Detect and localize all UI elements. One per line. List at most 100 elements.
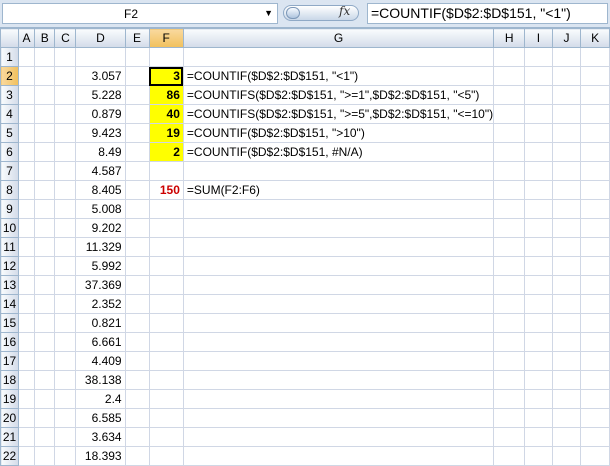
cell-c14[interactable]: [54, 294, 77, 314]
column-header-h[interactable]: H: [493, 28, 526, 48]
cell-d15[interactable]: 0.821: [75, 313, 126, 333]
cell-e15[interactable]: [124, 313, 150, 333]
cell-e6[interactable]: [124, 142, 150, 162]
cell-d9[interactable]: 5.008: [75, 199, 126, 219]
cell-h18[interactable]: [493, 370, 526, 390]
cell-c11[interactable]: [54, 237, 77, 257]
cell-a4[interactable]: [18, 104, 35, 124]
row-header[interactable]: 20: [0, 408, 20, 428]
cell-c22[interactable]: [54, 446, 77, 466]
cell-g1[interactable]: [182, 47, 495, 67]
cell-e19[interactable]: [124, 389, 150, 409]
cell-b19[interactable]: [33, 389, 56, 409]
cell-g15[interactable]: [182, 313, 495, 333]
cell-j5[interactable]: [551, 123, 582, 143]
cell-i14[interactable]: [524, 294, 553, 314]
cell-f20[interactable]: [148, 408, 184, 428]
cell-c9[interactable]: [54, 199, 77, 219]
cell-i19[interactable]: [524, 389, 553, 409]
cell-c3[interactable]: [54, 85, 77, 105]
cell-a8[interactable]: [18, 180, 35, 200]
cell-a5[interactable]: [18, 123, 35, 143]
cell-c2[interactable]: [54, 66, 77, 86]
cell-f17[interactable]: [148, 351, 184, 371]
cell-d1[interactable]: [75, 47, 126, 67]
chevron-down-icon[interactable]: ▼: [264, 8, 273, 18]
cell-h8[interactable]: [493, 180, 526, 200]
row-header[interactable]: 6: [0, 142, 20, 162]
cell-b11[interactable]: [33, 237, 56, 257]
column-header-g[interactable]: G: [182, 28, 495, 48]
cell-a7[interactable]: [18, 161, 35, 181]
cell-j17[interactable]: [551, 351, 582, 371]
cell-f7[interactable]: [148, 161, 184, 181]
cell-k12[interactable]: [580, 256, 610, 276]
cell-f18[interactable]: [148, 370, 184, 390]
cell-f4[interactable]: 40: [148, 104, 184, 124]
cell-k20[interactable]: [580, 408, 610, 428]
cell-d20[interactable]: 6.585: [75, 408, 126, 428]
cell-k10[interactable]: [580, 218, 610, 238]
cell-j8[interactable]: [551, 180, 582, 200]
cell-a10[interactable]: [18, 218, 35, 238]
cell-j13[interactable]: [551, 275, 582, 295]
cell-d14[interactable]: 2.352: [75, 294, 126, 314]
cell-g19[interactable]: [182, 389, 495, 409]
cell-d4[interactable]: 0.879: [75, 104, 126, 124]
cell-b12[interactable]: [33, 256, 56, 276]
fx-icon[interactable]: fx: [339, 4, 350, 18]
cell-f5[interactable]: 19: [148, 123, 184, 143]
cell-h14[interactable]: [493, 294, 526, 314]
cell-g10[interactable]: [182, 218, 495, 238]
cell-d7[interactable]: 4.587: [75, 161, 126, 181]
cell-a14[interactable]: [18, 294, 35, 314]
cell-a2[interactable]: [18, 66, 35, 86]
cell-d19[interactable]: 2.4: [75, 389, 126, 409]
cell-j3[interactable]: [551, 85, 582, 105]
cell-b9[interactable]: [33, 199, 56, 219]
cell-h6[interactable]: [493, 142, 526, 162]
cell-i15[interactable]: [524, 313, 553, 333]
cell-a16[interactable]: [18, 332, 35, 352]
cell-f19[interactable]: [148, 389, 184, 409]
cell-e3[interactable]: [124, 85, 150, 105]
cell-f9[interactable]: [148, 199, 184, 219]
cell-e14[interactable]: [124, 294, 150, 314]
cell-b22[interactable]: [33, 446, 56, 466]
cell-b13[interactable]: [33, 275, 56, 295]
row-header[interactable]: 14: [0, 294, 20, 314]
cell-c7[interactable]: [54, 161, 77, 181]
cell-b20[interactable]: [33, 408, 56, 428]
cell-d17[interactable]: 4.409: [75, 351, 126, 371]
cell-f12[interactable]: [148, 256, 184, 276]
cell-e12[interactable]: [124, 256, 150, 276]
cell-f3[interactable]: 86: [148, 85, 184, 105]
row-header[interactable]: 3: [0, 85, 20, 105]
cell-j18[interactable]: [551, 370, 582, 390]
cell-g14[interactable]: [182, 294, 495, 314]
cell-j21[interactable]: [551, 427, 582, 447]
cell-i20[interactable]: [524, 408, 553, 428]
cell-j22[interactable]: [551, 446, 582, 466]
row-header[interactable]: 9: [0, 199, 20, 219]
cell-b14[interactable]: [33, 294, 56, 314]
row-header[interactable]: 8: [0, 180, 20, 200]
row-header[interactable]: 2: [0, 66, 20, 86]
cell-a18[interactable]: [18, 370, 35, 390]
cell-e11[interactable]: [124, 237, 150, 257]
cell-i22[interactable]: [524, 446, 553, 466]
cell-h19[interactable]: [493, 389, 526, 409]
cell-k4[interactable]: [580, 104, 610, 124]
cell-g9[interactable]: [182, 199, 495, 219]
cell-e22[interactable]: [124, 446, 150, 466]
cell-g21[interactable]: [182, 427, 495, 447]
cell-e20[interactable]: [124, 408, 150, 428]
row-header[interactable]: 5: [0, 123, 20, 143]
cell-a20[interactable]: [18, 408, 35, 428]
cell-b17[interactable]: [33, 351, 56, 371]
cell-e18[interactable]: [124, 370, 150, 390]
cell-j15[interactable]: [551, 313, 582, 333]
cell-c1[interactable]: [54, 47, 77, 67]
cell-j1[interactable]: [551, 47, 582, 67]
cell-a11[interactable]: [18, 237, 35, 257]
